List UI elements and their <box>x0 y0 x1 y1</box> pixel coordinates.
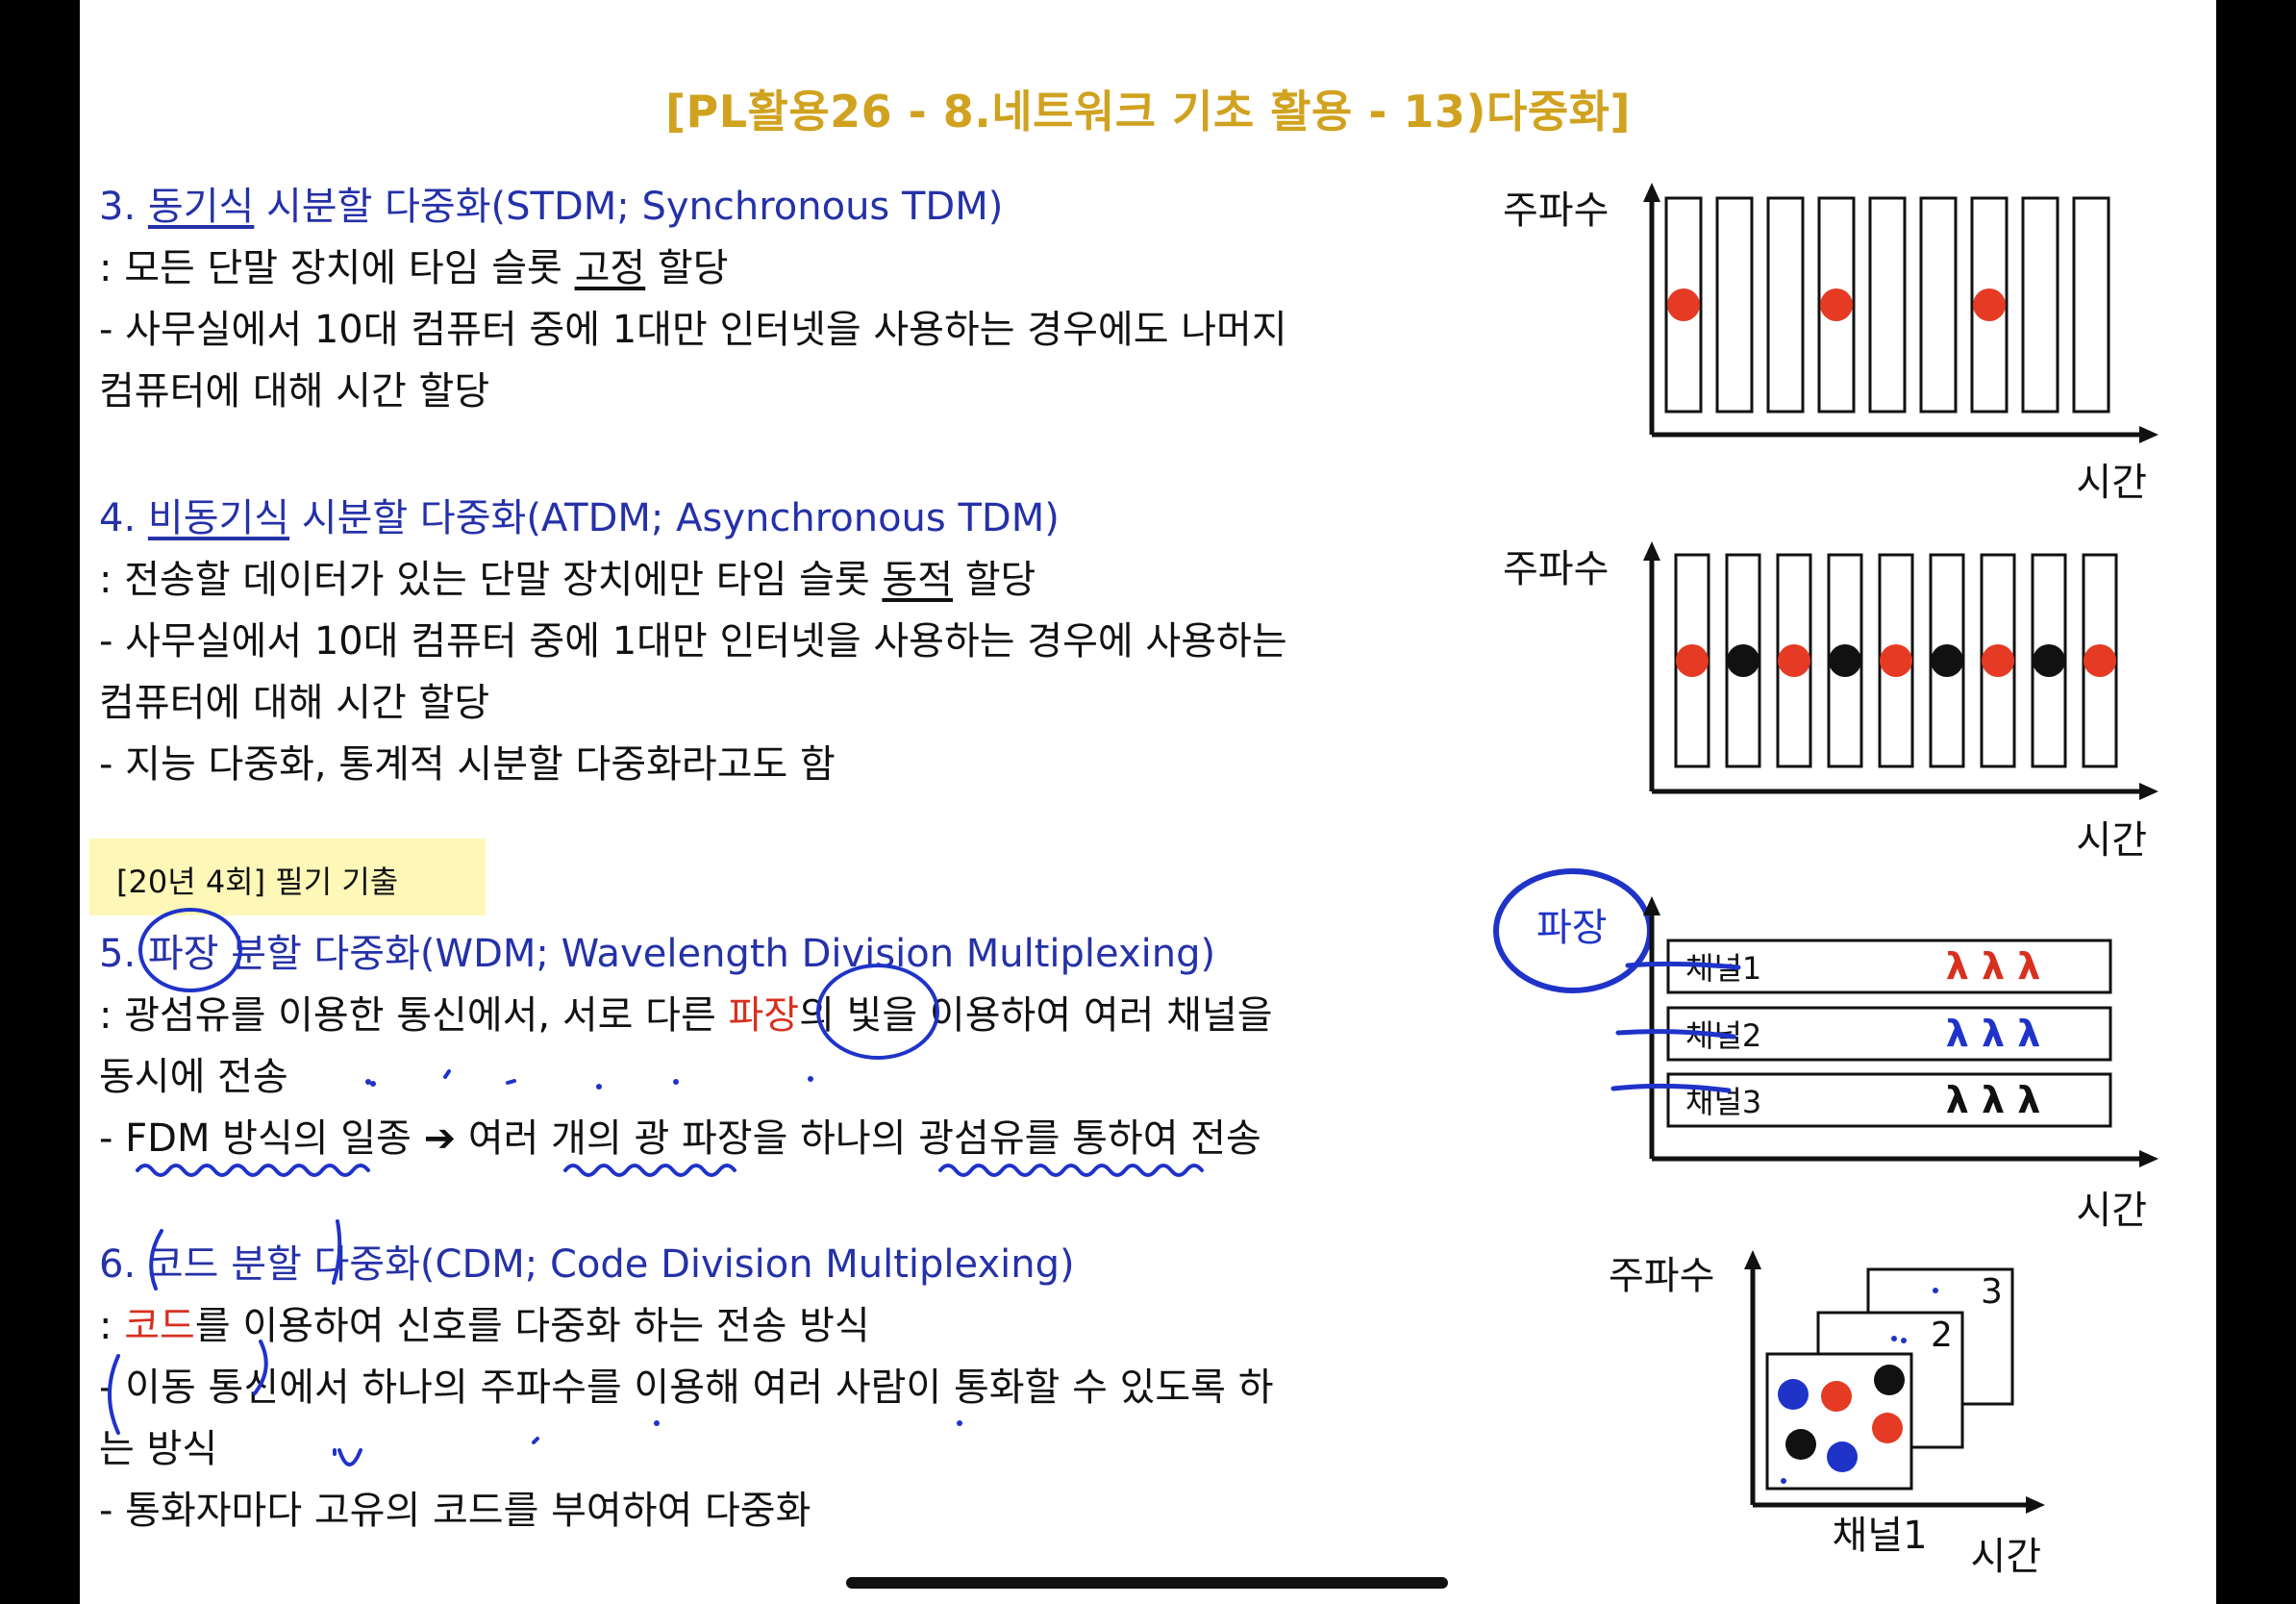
cdm-channel-label: 채널1 <box>1832 1514 1927 1558</box>
code-layer-2-label: 2 <box>1931 1316 1953 1355</box>
svg-text:λ λ λ: λ λ λ <box>1946 1079 2041 1121</box>
cdm-freq-label: 주파수 <box>1609 1254 1714 1298</box>
wdm-channel-2: 채널2 λ λ λ <box>1666 1006 2112 1062</box>
home-indicator[interactable] <box>846 1577 1448 1589</box>
wdm-channel-3: 채널3 λ λ λ <box>1666 1072 2112 1128</box>
atdm-data-dots <box>1676 644 2116 677</box>
atdm-diagram: 주파수 시간 <box>1503 541 2159 861</box>
cdm-time-label: 시간 <box>1970 1535 2041 1579</box>
svg-text:λ λ λ: λ λ λ <box>1946 1013 2041 1055</box>
stdm-diagram: 주파수 시간 <box>1503 183 2159 500</box>
wdm-wave-label: 파장 <box>1536 906 1608 950</box>
wdm-diagram: 파장 채널1 λ λ λ 채널2 λ λ λ 채널3 λ λ λ 시간 <box>1493 868 2159 1231</box>
slide-page: [PL활용26 - 8.네트워크 기초 활용 - 13)다중화] 3. 동기식 … <box>80 0 2216 1604</box>
code-layer-3-label: 3 <box>1981 1272 2003 1312</box>
atdm-freq-label: 주파수 <box>1503 547 1609 591</box>
handwritten-annotations <box>108 908 1204 1466</box>
wdm-time-label: 시간 <box>2076 1189 2147 1231</box>
stdm-slots <box>1664 196 2110 414</box>
svg-text:λ λ λ: λ λ λ <box>1946 945 2041 988</box>
stdm-time-label: 시간 <box>2076 461 2147 500</box>
cdm-diagram: 주파수 3 2 채널1 시간 <box>1609 1250 2045 1579</box>
stdm-freq-label: 주파수 <box>1503 188 1609 233</box>
atdm-time-label: 시간 <box>2076 818 2147 861</box>
